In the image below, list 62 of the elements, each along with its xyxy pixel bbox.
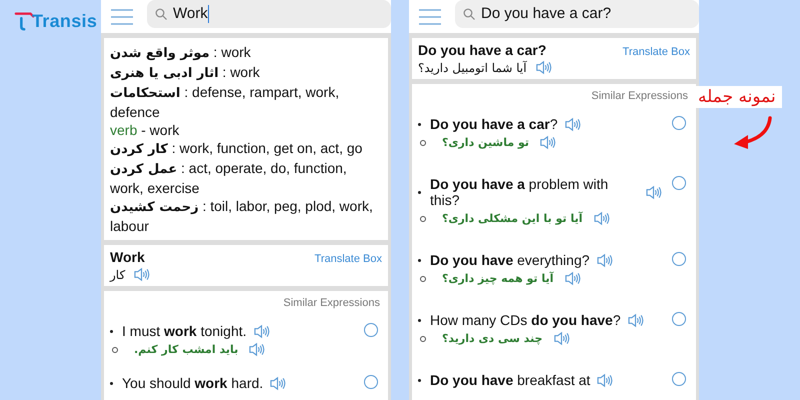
example-sentence: You should work hard. [122, 375, 264, 391]
menu-icon[interactable] [111, 8, 133, 24]
bullet-icon [418, 258, 421, 262]
speaker-icon[interactable] [552, 331, 570, 346]
bullet-icon [112, 346, 118, 352]
example-sentence: Do you have breakfast at [430, 372, 590, 388]
example-translation: چند سی دی دارید؟ [442, 332, 543, 345]
bullet-icon [418, 318, 421, 322]
speaker-icon[interactable] [626, 312, 644, 328]
bullet-icon [418, 378, 421, 382]
logo-text: Transis [32, 11, 98, 32]
speaker-icon[interactable] [133, 267, 150, 282]
speaker-icon[interactable] [645, 184, 662, 200]
example-sentence: I must work tonight. [122, 323, 247, 339]
speaker-icon[interactable] [596, 372, 614, 388]
example-sentence: Do you have a problem with this? [430, 176, 610, 208]
speaker-icon[interactable] [252, 324, 270, 338]
search-field[interactable]: Do you have a car? [455, 0, 699, 28]
example-sentence: How many CDs do you have? [430, 312, 621, 328]
word-title: Work [110, 249, 145, 265]
example-translation: تو ماشین داری؟ [442, 136, 530, 149]
speaker-icon[interactable] [564, 271, 581, 286]
bullet-icon [420, 216, 426, 222]
example-sentence: Do you have everything? [430, 252, 590, 268]
bullet-icon [420, 336, 426, 342]
definition-line: verb - work [110, 121, 180, 139]
search-icon [463, 8, 475, 20]
speaker-icon[interactable] [539, 135, 556, 150]
example-translation: باید امشب کار کنم. [134, 343, 238, 356]
translate-box-link[interactable]: Translate Box [314, 253, 382, 265]
bullet-icon [110, 382, 113, 384]
radio-button[interactable] [364, 375, 378, 389]
translation-text: آیا شما اتومبیل دارید؟ [418, 60, 527, 74]
bullet-icon [420, 140, 426, 146]
translate-box-link[interactable]: Translate Box [622, 46, 690, 58]
bullet-icon [418, 190, 421, 194]
radio-button[interactable] [672, 312, 686, 326]
radio-button[interactable] [364, 323, 378, 337]
example-translation: آیا تو با این مشکلی داری؟ [442, 212, 582, 225]
search-field[interactable]: Work [147, 0, 391, 28]
bullet-icon [418, 122, 421, 126]
example-translation: آیا تو همه چیز داری؟ [442, 272, 554, 285]
menu-icon[interactable] [419, 8, 441, 24]
section-title: Similar Expressions [590, 90, 688, 102]
word-title: Do you have a car? [418, 42, 546, 58]
search-icon [155, 8, 167, 20]
radio-button[interactable] [672, 252, 686, 266]
radio-button[interactable] [672, 176, 686, 190]
radio-button[interactable] [672, 372, 686, 386]
speaker-icon[interactable] [269, 376, 286, 390]
speaker-icon[interactable] [564, 116, 581, 132]
speaker-icon[interactable] [596, 252, 613, 268]
speaker-icon[interactable] [592, 211, 610, 226]
bullet-icon [420, 276, 426, 282]
bullet-icon [110, 330, 113, 332]
translation-text: کار [110, 268, 126, 282]
speaker-icon[interactable] [534, 60, 552, 75]
radio-button[interactable] [672, 116, 686, 130]
speaker-icon[interactable] [248, 342, 266, 357]
text-cursor [208, 4, 210, 22]
example-sentence: Do you have a car? [430, 116, 558, 132]
section-title: Similar Expressions [282, 297, 380, 309]
